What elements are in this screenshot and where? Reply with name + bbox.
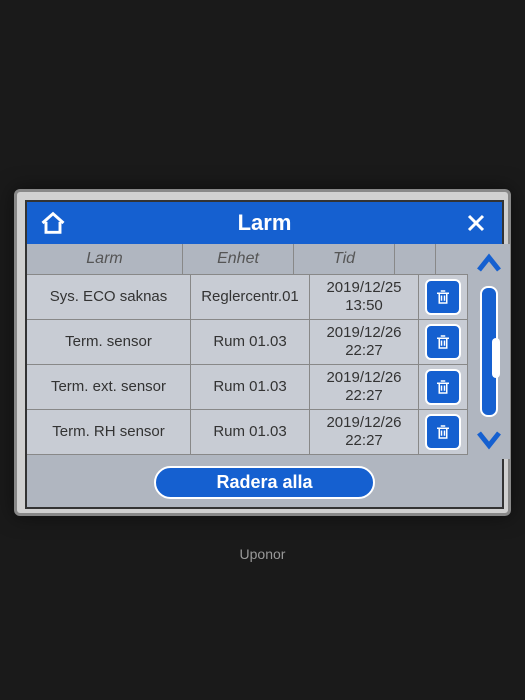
alarm-time-text: 22:27 (345, 432, 383, 450)
delete-all-button[interactable]: Radera alla (154, 466, 374, 499)
alarm-name: Term. ext. sensor (27, 365, 191, 409)
col-header-delete (395, 244, 436, 274)
page-title: Larm (69, 210, 460, 236)
table-row: Term. RH sensor Rum 01.03 2019/12/26 22:… (27, 410, 468, 455)
alarm-unit: Rum 01.03 (191, 410, 310, 454)
alarm-time-text: 22:27 (345, 342, 383, 360)
delete-alarm-button[interactable] (425, 324, 461, 360)
alarm-date-text: 2019/12/26 (326, 414, 401, 432)
delete-alarm-button[interactable] (425, 414, 461, 450)
table-row: Term. sensor Rum 01.03 2019/12/26 22:27 (27, 320, 468, 365)
scroll-down-button[interactable] (472, 421, 506, 455)
content-area: Larm Enhet Tid Sys. ECO saknas Reglercen… (27, 244, 502, 507)
alarm-time: 2019/12/25 13:50 (310, 275, 419, 319)
delete-alarm-button[interactable] (425, 369, 461, 405)
alarm-table: Larm Enhet Tid Sys. ECO saknas Reglercen… (27, 244, 468, 459)
header-bar: Larm (27, 202, 502, 244)
alarm-unit: Reglercentr.01 (191, 275, 310, 319)
footer: Radera alla (27, 459, 502, 507)
alarm-time: 2019/12/26 22:27 (310, 365, 419, 409)
scroll-track[interactable] (480, 286, 498, 417)
alarm-time: 2019/12/26 22:27 (310, 410, 419, 454)
brand-label: Uponor (14, 546, 511, 562)
scroll-thumb[interactable] (492, 338, 500, 378)
table-header: Larm Enhet Tid (27, 244, 468, 275)
home-icon[interactable] (37, 207, 69, 239)
alarm-name: Term. RH sensor (27, 410, 191, 454)
alarm-time: 2019/12/26 22:27 (310, 320, 419, 364)
alarm-name: Sys. ECO saknas (27, 275, 191, 319)
alarm-date-text: 2019/12/26 (326, 324, 401, 342)
scroll-up-button[interactable] (472, 248, 506, 282)
col-header-time: Tid (294, 244, 395, 274)
close-icon[interactable] (460, 207, 492, 239)
table-row: Term. ext. sensor Rum 01.03 2019/12/26 2… (27, 365, 468, 410)
delete-alarm-button[interactable] (425, 279, 461, 315)
alarm-unit: Rum 01.03 (191, 320, 310, 364)
alarm-time-text: 22:27 (345, 387, 383, 405)
col-header-unit: Enhet (183, 244, 294, 274)
alarm-time-text: 13:50 (345, 297, 383, 315)
alarm-name: Term. sensor (27, 320, 191, 364)
col-header-alarm: Larm (27, 244, 183, 274)
alarm-date-text: 2019/12/26 (326, 369, 401, 387)
scrollbar (468, 244, 510, 459)
alarm-date-text: 2019/12/25 (326, 279, 401, 297)
table-row: Sys. ECO saknas Reglercentr.01 2019/12/2… (27, 275, 468, 320)
alarm-unit: Rum 01.03 (191, 365, 310, 409)
screen: Larm Larm Enhet Tid Sys. ECO saknas (25, 200, 504, 509)
